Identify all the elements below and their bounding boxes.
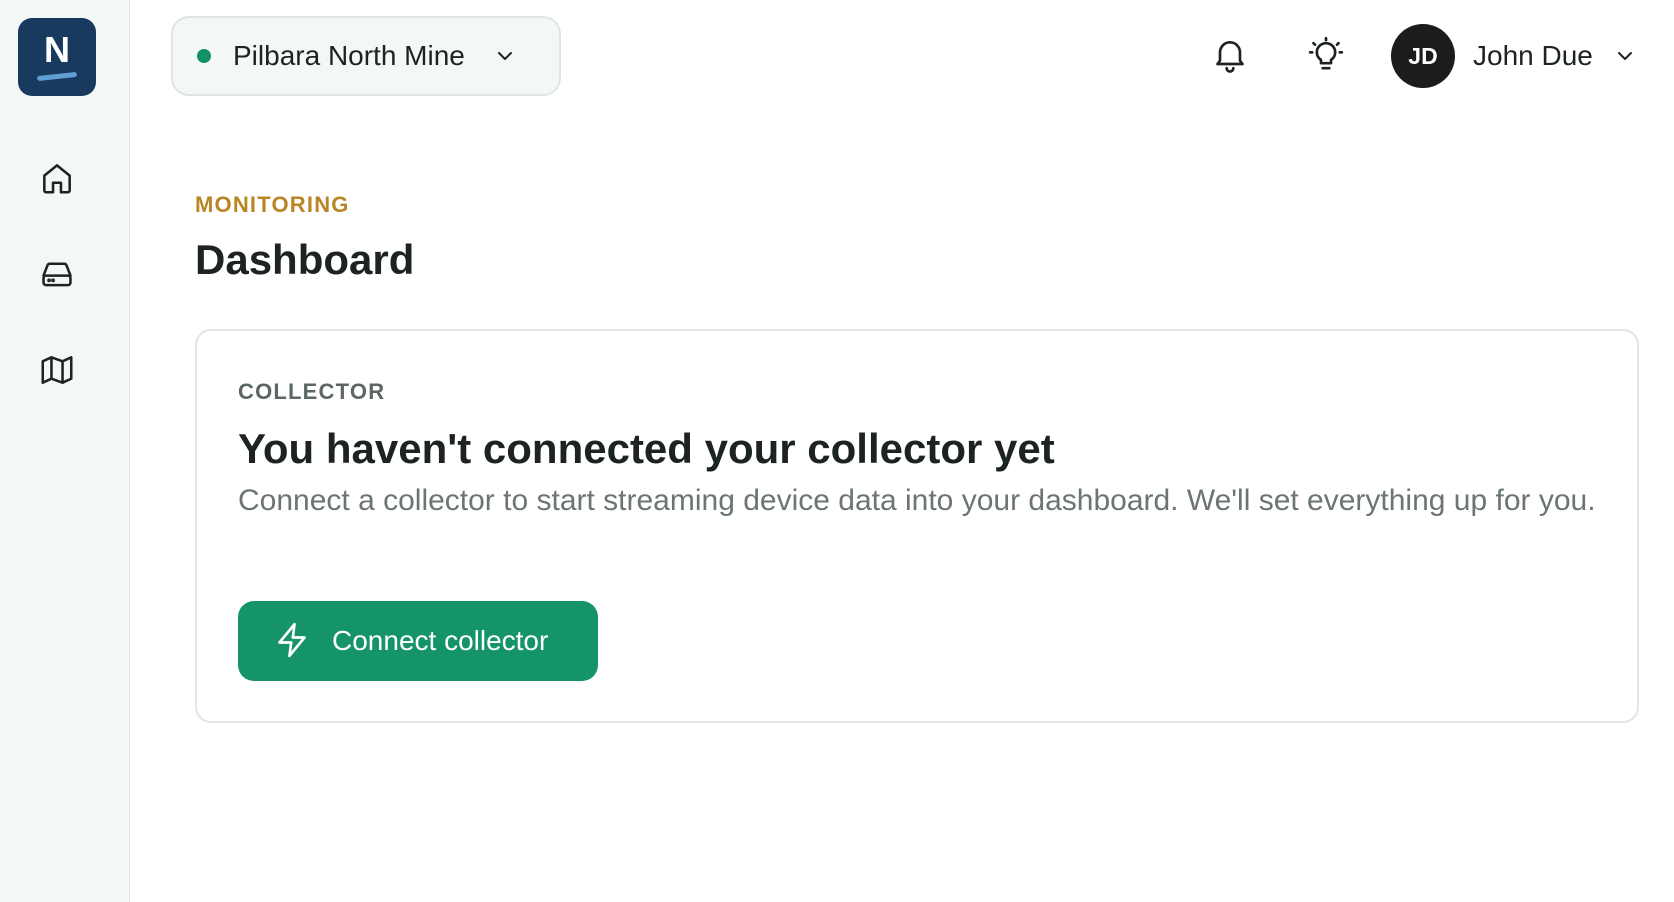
site-status-dot (197, 49, 211, 63)
sidebar: N (0, 0, 130, 902)
app-window: N Pilbara North Mine JD John Due MONITOR… (0, 0, 1674, 902)
card-description: Connect a collector to start streaming d… (238, 484, 1596, 517)
lightbulb-icon (1306, 34, 1346, 79)
user-name: John Due (1473, 40, 1593, 71)
notifications-button[interactable] (1206, 32, 1254, 80)
card-eyebrow: COLLECTOR (238, 379, 386, 404)
user-menu[interactable]: JD John Due (1391, 24, 1637, 88)
sidebar-item-home[interactable] (33, 156, 81, 204)
chevron-down-icon (493, 44, 517, 68)
lightning-bolt-icon (272, 620, 312, 663)
site-name: Pilbara North Mine (233, 40, 465, 71)
card-title: You haven't connected your collector yet (238, 425, 1055, 472)
map-icon (38, 351, 76, 394)
tips-button[interactable] (1302, 32, 1350, 80)
sidebar-item-devices[interactable] (33, 252, 81, 300)
collector-card: COLLECTOR You haven't connected your col… (195, 329, 1639, 723)
home-icon (38, 159, 76, 202)
site-selector[interactable]: Pilbara North Mine (171, 16, 561, 96)
bell-icon (1210, 34, 1250, 79)
page-eyebrow: MONITORING (195, 192, 350, 217)
connect-collector-label: Connect collector (332, 625, 549, 656)
chevron-down-icon (1613, 44, 1637, 68)
logo-underline (36, 71, 78, 81)
connect-collector-button[interactable]: Connect collector (238, 601, 598, 681)
sidebar-item-map[interactable] (33, 348, 81, 396)
page-title: Dashboard (195, 236, 415, 283)
logo-letter: N (44, 28, 70, 70)
app-logo[interactable]: N (18, 18, 96, 96)
storage-drive-icon (38, 255, 76, 298)
avatar: JD (1391, 24, 1455, 88)
